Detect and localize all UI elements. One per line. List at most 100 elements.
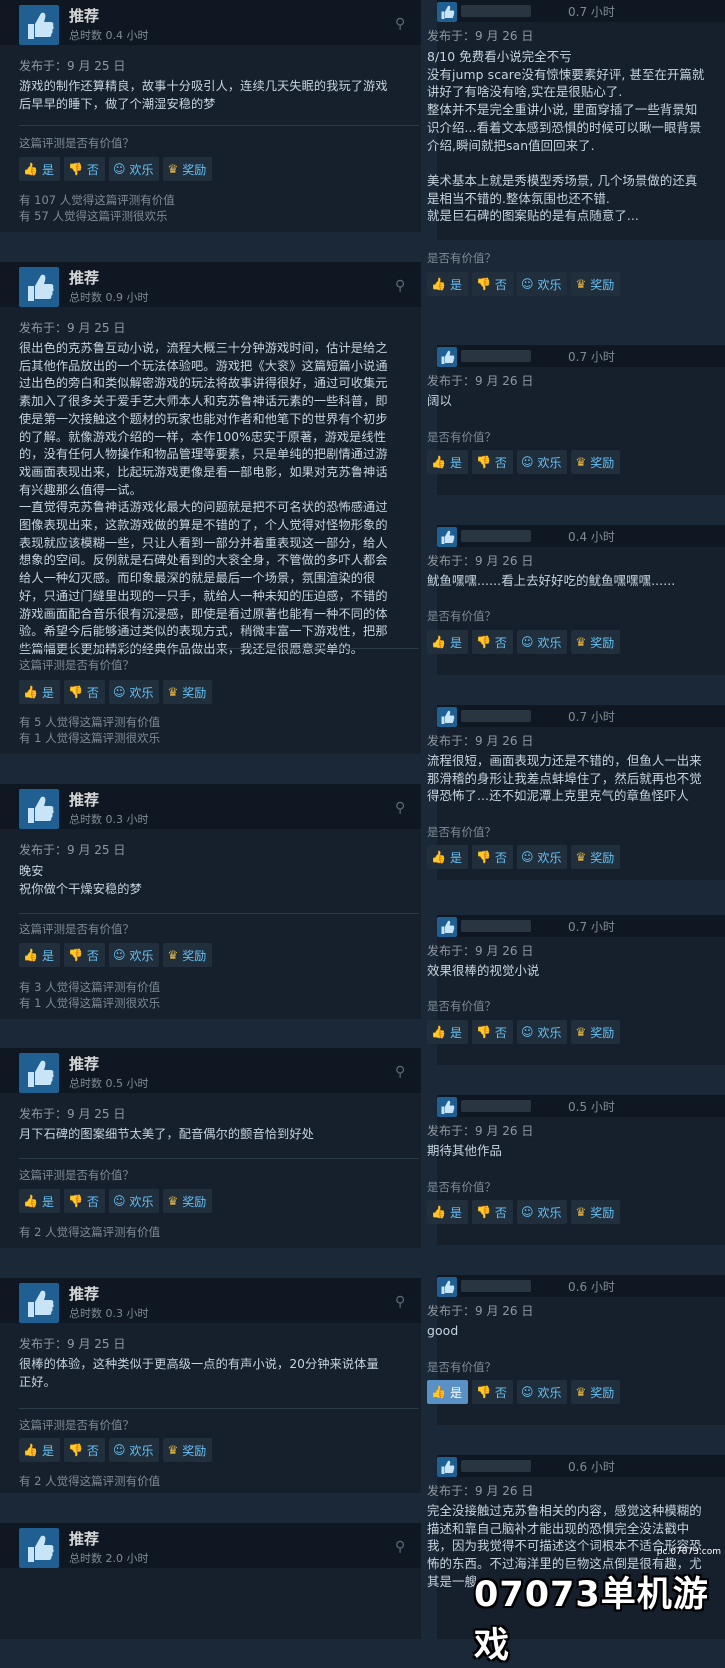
vote-no-button[interactable]: 👎 否 xyxy=(471,1380,513,1404)
vote-funny-button[interactable]: ☺ 欢乐 xyxy=(516,1020,568,1044)
award-button[interactable]: ♛ 奖励 xyxy=(571,845,621,869)
vote-no-button[interactable]: 👎 否 xyxy=(63,1189,105,1213)
vote-yes-button[interactable]: 👍 是 xyxy=(19,943,60,967)
award-button[interactable]: ♛ 奖励 xyxy=(571,1380,621,1404)
vote-yes-button[interactable]: 👍 是 xyxy=(427,1380,468,1404)
award-button[interactable]: ♛ 奖励 xyxy=(163,680,213,704)
vote-yes-button[interactable]: 👍 是 xyxy=(19,680,60,704)
hours-played: 0.7 小时 xyxy=(568,920,615,934)
review-text: 游戏的制作还算精良，故事十分吸引人，连续几天失眠的我玩了游戏 后早早的睡下，做了… xyxy=(19,79,388,111)
thumbs-up-icon xyxy=(437,347,457,367)
thumbs-up-icon xyxy=(437,707,457,727)
watermark-url: pc.07073.com xyxy=(656,1547,721,1557)
edit-icon[interactable]: ⚲ xyxy=(395,800,411,816)
award-button[interactable]: ♛ 奖励 xyxy=(163,1438,213,1462)
vote-no-button[interactable]: 👎 否 xyxy=(63,1438,105,1462)
vote-yes-button-label: 是 xyxy=(449,1025,462,1040)
award-button[interactable]: ♛ 奖励 xyxy=(163,157,213,181)
vote-funny-button[interactable]: ☺ 欢乐 xyxy=(516,450,568,474)
thumbs-down-icon: 👎 xyxy=(475,455,491,469)
edit-icon[interactable]: ⚲ xyxy=(395,16,411,32)
vote-yes-button[interactable]: 👍 是 xyxy=(19,157,60,181)
vote-funny-button[interactable]: ☺ 欢乐 xyxy=(108,943,160,967)
smile-icon: ☺ xyxy=(520,277,534,291)
vote-yes-button[interactable]: 👍 是 xyxy=(427,1200,468,1224)
posted-date: 发布于：9 月 26 日 xyxy=(427,1484,534,1498)
award-button-label: 奖励 xyxy=(182,1194,207,1209)
vote-no-button-label: 否 xyxy=(86,1443,99,1458)
vote-no-button[interactable]: 👎 否 xyxy=(63,943,105,967)
vote-funny-button[interactable]: ☺ 欢乐 xyxy=(516,272,568,296)
vote-yes-button[interactable]: 👍 是 xyxy=(427,1020,468,1044)
recommended-label: 推荐 xyxy=(69,791,100,809)
hours-played: 0.7 小时 xyxy=(568,350,615,364)
vote-funny-button[interactable]: ☺ 欢乐 xyxy=(516,1380,568,1404)
smile-icon: ☺ xyxy=(520,635,534,649)
vote-funny-button[interactable]: ☺ 欢乐 xyxy=(516,630,568,654)
award-button[interactable]: ♛ 奖励 xyxy=(571,630,621,654)
edit-icon[interactable]: ⚲ xyxy=(395,278,411,294)
edit-icon[interactable]: ⚲ xyxy=(395,1294,411,1310)
helpful-question: 是否有价值？ xyxy=(427,251,496,265)
vote-funny-button[interactable]: ☺ 欢乐 xyxy=(516,845,568,869)
award-button[interactable]: ♛ 奖励 xyxy=(571,272,621,296)
thumbs-down-icon: 👎 xyxy=(475,277,491,291)
vote-yes-button[interactable]: 👍 是 xyxy=(427,272,468,296)
vote-no-button[interactable]: 👎 否 xyxy=(471,1200,513,1224)
vote-yes-button-label: 是 xyxy=(41,948,54,963)
award-button[interactable]: ♛ 奖励 xyxy=(163,1189,213,1213)
vote-yes-button[interactable]: 👍 是 xyxy=(427,630,468,654)
thumbs-up-icon xyxy=(19,1283,59,1323)
posted-date: 发布于：9 月 25 日 xyxy=(19,321,126,335)
blurred-username xyxy=(461,1280,531,1292)
award-button-label: 奖励 xyxy=(590,850,615,865)
vote-funny-button[interactable]: ☺ 欢乐 xyxy=(108,1438,160,1462)
edit-icon[interactable]: ⚲ xyxy=(395,1539,411,1555)
award-button[interactable]: ♛ 奖励 xyxy=(571,1200,621,1224)
award-button[interactable]: ♛ 奖励 xyxy=(163,943,213,967)
vote-no-button-label: 否 xyxy=(494,1025,507,1040)
helpful-question: 这篇评测是否有价值？ xyxy=(19,922,134,936)
hours-played: 0.5 小时 xyxy=(568,1100,615,1114)
review-text: 晚安 祝你做个干燥安稳的梦 xyxy=(19,864,142,896)
award-button[interactable]: ♛ 奖励 xyxy=(571,1020,621,1044)
vote-buttons: 👍 是 👎 否 ☺ 欢乐 ♛ 奖励 xyxy=(19,680,213,704)
vote-buttons: 👍 是 👎 否 ☺ 欢乐 ♛ 奖励 xyxy=(19,1438,213,1462)
thumbs-up-icon: 👍 xyxy=(431,850,446,864)
vote-funny-button[interactable]: ☺ 欢乐 xyxy=(108,680,160,704)
blurred-username xyxy=(461,710,531,722)
award-button[interactable]: ♛ 奖励 xyxy=(571,450,621,474)
vote-no-button[interactable]: 👎 否 xyxy=(471,272,513,296)
blurred-username xyxy=(461,920,531,932)
helpful-count: 有 1 人觉得这篇评测很欢乐 xyxy=(19,731,161,745)
vote-yes-button[interactable]: 👍 是 xyxy=(19,1189,60,1213)
thumbs-up-icon: 👍 xyxy=(431,1025,446,1039)
vote-funny-button-label: 欢乐 xyxy=(537,1205,562,1220)
recommended-label: 推荐 xyxy=(69,1055,100,1073)
vote-funny-button[interactable]: ☺ 欢乐 xyxy=(516,1200,568,1224)
vote-funny-button[interactable]: ☺ 欢乐 xyxy=(108,157,160,181)
vote-yes-button[interactable]: 👍 是 xyxy=(19,1438,60,1462)
vote-yes-button-label: 是 xyxy=(449,635,462,650)
award-icon: ♛ xyxy=(167,1194,179,1208)
vote-no-button[interactable]: 👎 否 xyxy=(63,157,105,181)
vote-no-button[interactable]: 👎 否 xyxy=(471,450,513,474)
vote-no-button[interactable]: 👎 否 xyxy=(471,845,513,869)
posted-date: 发布于：9 月 26 日 xyxy=(427,944,534,958)
recommended-label: 推荐 xyxy=(69,269,100,287)
vote-funny-button-label: 欢乐 xyxy=(537,1025,562,1040)
vote-yes-button[interactable]: 👍 是 xyxy=(427,450,468,474)
helpful-question: 是否有价值？ xyxy=(427,430,496,444)
vote-yes-button[interactable]: 👍 是 xyxy=(427,845,468,869)
vote-no-button[interactable]: 👎 否 xyxy=(471,630,513,654)
edit-icon[interactable]: ⚲ xyxy=(395,1064,411,1080)
thumbs-down-icon: 👎 xyxy=(475,1385,491,1399)
vote-no-button[interactable]: 👎 否 xyxy=(63,680,105,704)
smile-icon: ☺ xyxy=(112,1194,126,1208)
vote-yes-button-label: 是 xyxy=(41,162,54,177)
thumbs-up-icon xyxy=(19,1053,59,1093)
recommended-label: 推荐 xyxy=(69,1285,100,1303)
vote-funny-button[interactable]: ☺ 欢乐 xyxy=(108,1189,160,1213)
vote-no-button[interactable]: 👎 否 xyxy=(471,1020,513,1044)
review-text: 很棒的体验，这种类似于更高级一点的有声小说，20分钟来说体量 正好。 xyxy=(19,1357,379,1389)
